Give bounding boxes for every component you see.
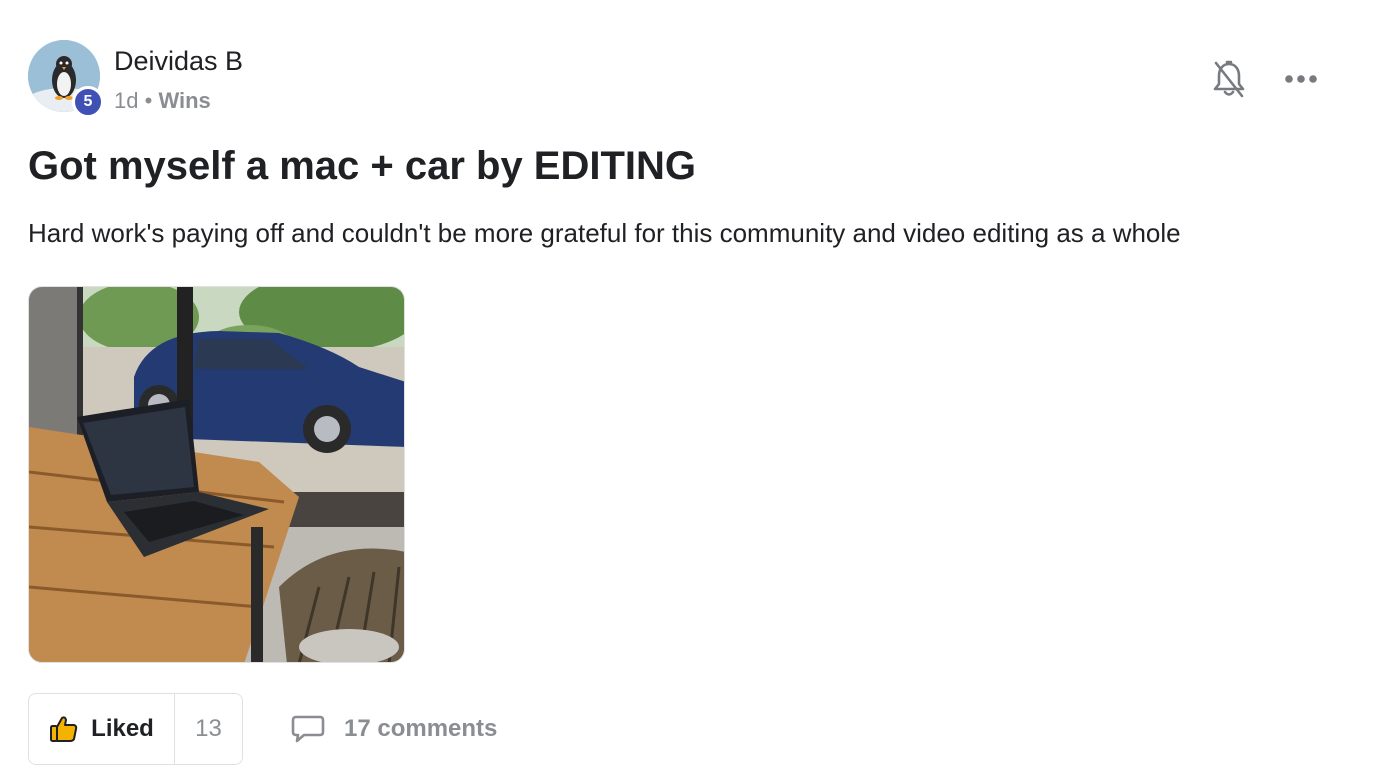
post-meta: 1d • Wins <box>114 88 211 114</box>
like-button[interactable]: Liked <box>29 694 175 764</box>
author-name[interactable]: Deividas B <box>114 46 243 77</box>
bell-off-icon <box>1213 60 1245 98</box>
meta-separator: • <box>144 88 153 113</box>
post-body: Hard work's paying off and couldn't be m… <box>28 218 1181 248</box>
level-badge: 5 <box>72 86 104 118</box>
post-title[interactable]: Got myself a mac + car by EDITING <box>28 144 696 189</box>
post-image[interactable] <box>28 286 405 663</box>
like-count[interactable]: 13 <box>175 694 242 764</box>
like-label: Liked <box>91 715 154 742</box>
ellipsis-icon <box>1285 75 1317 83</box>
comment-bubble-icon <box>291 715 325 743</box>
laptop-car-photo <box>29 287 404 662</box>
comments-link[interactable]: 17 comments <box>290 710 497 748</box>
thumbs-up-icon <box>50 716 78 742</box>
post-category[interactable]: Wins <box>158 88 210 113</box>
post-header: 5 Deividas B 1d • Wins <box>28 40 1348 118</box>
like-group: Liked 13 <box>28 693 243 765</box>
post-time: 1d <box>114 88 139 113</box>
comments-label: 17 comments <box>344 715 498 742</box>
more-options-button[interactable] <box>1282 66 1320 92</box>
notification-toggle-button[interactable] <box>1210 58 1248 100</box>
